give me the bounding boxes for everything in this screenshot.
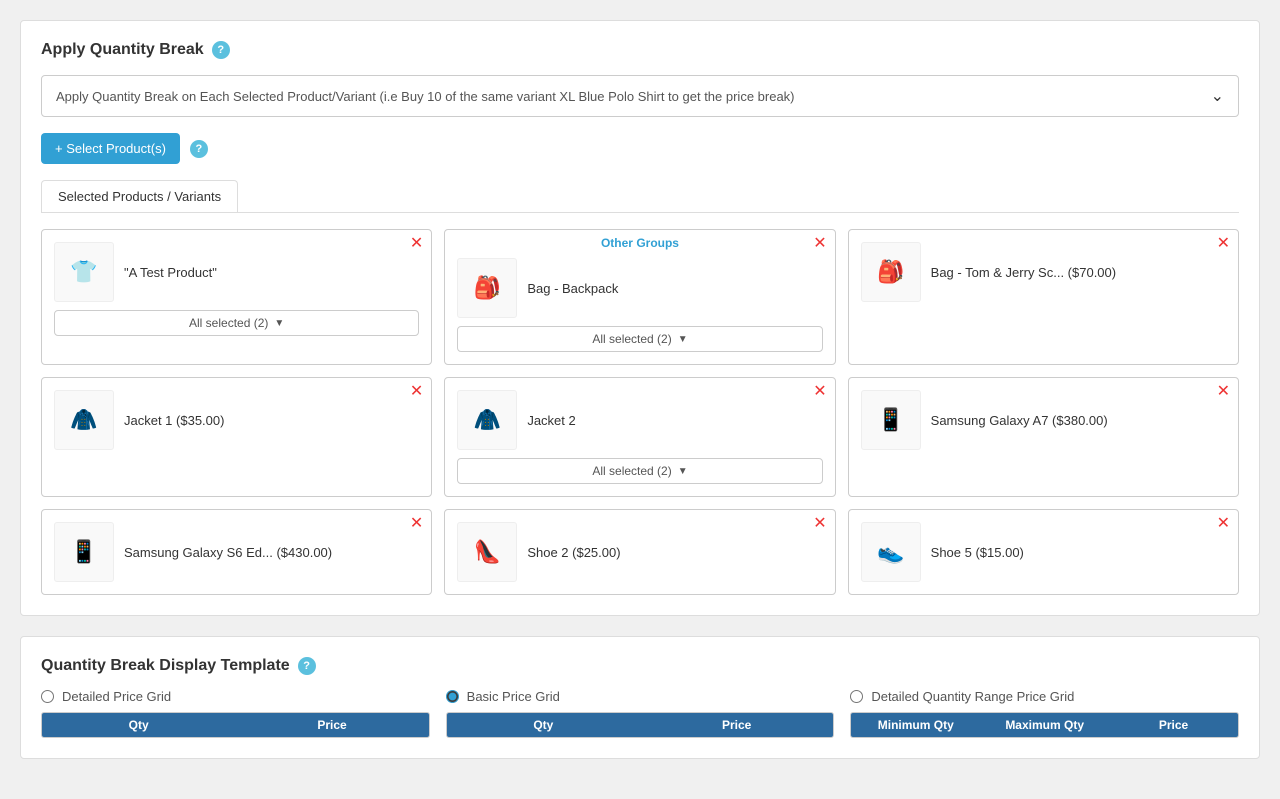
product-row-jacket-1: 🧥 Jacket 1 ($35.00) (54, 390, 419, 450)
select-btn-label: + Select Product(s) (55, 141, 166, 156)
product-row-shoe-5: 👟 Shoe 5 ($15.00) (861, 522, 1226, 582)
dropdown-value-text: Apply Quantity Break on Each Selected Pr… (56, 89, 795, 104)
variant-label: All selected (2) (592, 332, 671, 346)
product-image-shoe-2: 👠 (457, 522, 517, 582)
product-image-bag-backpack: 🎒 (457, 258, 517, 318)
product-name-shoe-5: Shoe 5 ($15.00) (931, 545, 1226, 560)
tab-bar: Selected Products / Variants (41, 180, 1239, 213)
products-grid: ✕ 👕 "A Test Product" All selected (2) ▼ ✕ Othe… (41, 229, 1239, 595)
price-table-col-maximum-qty: Maximum Qty (980, 713, 1109, 737)
template-label-detailed[interactable]: Detailed Price Grid (41, 689, 430, 704)
product-row-shoe-2: 👠 Shoe 2 ($25.00) (457, 522, 822, 582)
variant-dropdown-jacket-2[interactable]: All selected (2) ▼ (457, 458, 822, 484)
product-card-bag-backpack: ✕ Other Groups 🎒 Bag - Backpack All selected… (444, 229, 835, 365)
price-table-header-detailed-range: Minimum QtyMaximum QtyPrice (851, 713, 1238, 737)
display-template-card: Quantity Break Display Template ? Detail… (20, 636, 1260, 759)
variant-label: All selected (2) (592, 464, 671, 478)
product-image-shoe-5: 👟 (861, 522, 921, 582)
product-name-shoe-2: Shoe 2 ($25.00) (527, 545, 822, 560)
template-radio-detailed-range[interactable] (850, 690, 863, 703)
chevron-down-icon: ▼ (678, 334, 688, 345)
product-name-samsung-galaxy-a7: Samsung Galaxy A7 ($380.00) (931, 413, 1226, 428)
chevron-down-icon: ▼ (274, 318, 284, 329)
price-table-basic: QtyPrice (446, 712, 835, 738)
product-card-jacket-1: ✕ 🧥 Jacket 1 ($35.00) (41, 377, 432, 497)
display-template-title-text: Quantity Break Display Template (41, 657, 290, 675)
help-icon-template[interactable]: ? (298, 657, 316, 675)
product-name-bag-tom-jerry: Bag - Tom & Jerry Sc... ($70.00) (931, 265, 1226, 280)
remove-button-samsung-galaxy-a7[interactable]: ✕ (1217, 384, 1230, 400)
display-template-title: Quantity Break Display Template ? (41, 657, 1239, 675)
other-groups-label: Other Groups (601, 236, 679, 250)
template-label-detailed-range[interactable]: Detailed Quantity Range Price Grid (850, 689, 1239, 704)
price-table-col-price: Price (640, 713, 833, 737)
price-table-detailed-range: Minimum QtyMaximum QtyPrice (850, 712, 1239, 738)
title-text: Apply Quantity Break (41, 41, 204, 59)
price-table-col-price: Price (235, 713, 428, 737)
price-table-col-qty: Qty (42, 713, 235, 737)
product-name-jacket-1: Jacket 1 ($35.00) (124, 413, 419, 428)
tab-label: Selected Products / Variants (58, 189, 221, 204)
product-image-jacket-1: 🧥 (54, 390, 114, 450)
remove-button-a-test-product[interactable]: ✕ (410, 236, 423, 252)
chevron-down-icon: ⌄ (1211, 86, 1224, 106)
template-option-detailed: Detailed Price Grid QtyPrice (41, 689, 430, 738)
price-table-header-basic: QtyPrice (447, 713, 834, 737)
template-radio-detailed[interactable] (41, 690, 54, 703)
price-table-header-detailed: QtyPrice (42, 713, 429, 737)
product-card-samsung-galaxy-s6: ✕ 📱 Samsung Galaxy S6 Ed... ($430.00) (41, 509, 432, 595)
product-image-samsung-galaxy-s6: 📱 (54, 522, 114, 582)
page-wrapper: Apply Quantity Break ? Apply Quantity Br… (0, 0, 1280, 799)
apply-qty-break-title: Apply Quantity Break ? (41, 41, 1239, 59)
remove-button-shoe-5[interactable]: ✕ (1217, 516, 1230, 532)
remove-button-jacket-1[interactable]: ✕ (410, 384, 423, 400)
product-row-jacket-2: 🧥 Jacket 2 (457, 390, 822, 450)
product-image-bag-tom-jerry: 🎒 (861, 242, 921, 302)
template-options: Detailed Price GridQtyPriceBasic Price G… (41, 689, 1239, 738)
product-card-jacket-2: ✕ 🧥 Jacket 2 All selected (2) ▼ (444, 377, 835, 497)
product-card-shoe-5: ✕ 👟 Shoe 5 ($15.00) (848, 509, 1239, 595)
product-row-bag-backpack: 🎒 Bag - Backpack (457, 258, 822, 318)
product-row-samsung-galaxy-s6: 📱 Samsung Galaxy S6 Ed... ($430.00) (54, 522, 419, 582)
price-table-col-price: Price (1109, 713, 1238, 737)
product-image-samsung-galaxy-a7: 📱 (861, 390, 921, 450)
template-radio-basic[interactable] (446, 690, 459, 703)
product-name-jacket-2: Jacket 2 (527, 413, 822, 428)
remove-button-shoe-2[interactable]: ✕ (813, 516, 826, 532)
product-card-bag-tom-jerry: ✕ 🎒 Bag - Tom & Jerry Sc... ($70.00) (848, 229, 1239, 365)
qty-break-dropdown[interactable]: Apply Quantity Break on Each Selected Pr… (41, 75, 1239, 117)
product-name-bag-backpack: Bag - Backpack (527, 281, 822, 296)
price-table-col-qty: Qty (447, 713, 640, 737)
product-card-samsung-galaxy-a7: ✕ 📱 Samsung Galaxy A7 ($380.00) (848, 377, 1239, 497)
template-option-basic: Basic Price Grid QtyPrice (446, 689, 835, 738)
tab-selected-products[interactable]: Selected Products / Variants (41, 180, 238, 212)
product-row-samsung-galaxy-a7: 📱 Samsung Galaxy A7 ($380.00) (861, 390, 1226, 450)
variant-label: All selected (2) (189, 316, 268, 330)
remove-button-samsung-galaxy-s6[interactable]: ✕ (410, 516, 423, 532)
template-label-basic[interactable]: Basic Price Grid (446, 689, 835, 704)
price-table-col-minimum-qty: Minimum Qty (851, 713, 980, 737)
product-image-jacket-2: 🧥 (457, 390, 517, 450)
product-row-a-test-product: 👕 "A Test Product" (54, 242, 419, 302)
product-image-a-test-product: 👕 (54, 242, 114, 302)
product-card-shoe-2: ✕ 👠 Shoe 2 ($25.00) (444, 509, 835, 595)
select-products-button[interactable]: + Select Product(s) (41, 133, 180, 164)
chevron-down-icon: ▼ (678, 466, 688, 477)
product-row-bag-tom-jerry: 🎒 Bag - Tom & Jerry Sc... ($70.00) (861, 242, 1226, 302)
remove-button-bag-tom-jerry[interactable]: ✕ (1217, 236, 1230, 252)
remove-button-bag-backpack[interactable]: ✕ (813, 236, 826, 252)
apply-qty-break-card: Apply Quantity Break ? Apply Quantity Br… (20, 20, 1260, 616)
template-option-detailed-range: Detailed Quantity Range Price Grid Minimu… (850, 689, 1239, 738)
variant-dropdown-a-test-product[interactable]: All selected (2) ▼ (54, 310, 419, 336)
remove-button-jacket-2[interactable]: ✕ (813, 384, 826, 400)
product-name-samsung-galaxy-s6: Samsung Galaxy S6 Ed... ($430.00) (124, 545, 419, 560)
toolbar: + Select Product(s) ? (41, 133, 1239, 164)
help-icon-qty[interactable]: ? (212, 41, 230, 59)
product-card-a-test-product: ✕ 👕 "A Test Product" All selected (2) ▼ (41, 229, 432, 365)
product-name-a-test-product: "A Test Product" (124, 265, 419, 280)
variant-dropdown-bag-backpack[interactable]: All selected (2) ▼ (457, 326, 822, 352)
price-table-detailed: QtyPrice (41, 712, 430, 738)
help-icon-select[interactable]: ? (190, 140, 208, 158)
